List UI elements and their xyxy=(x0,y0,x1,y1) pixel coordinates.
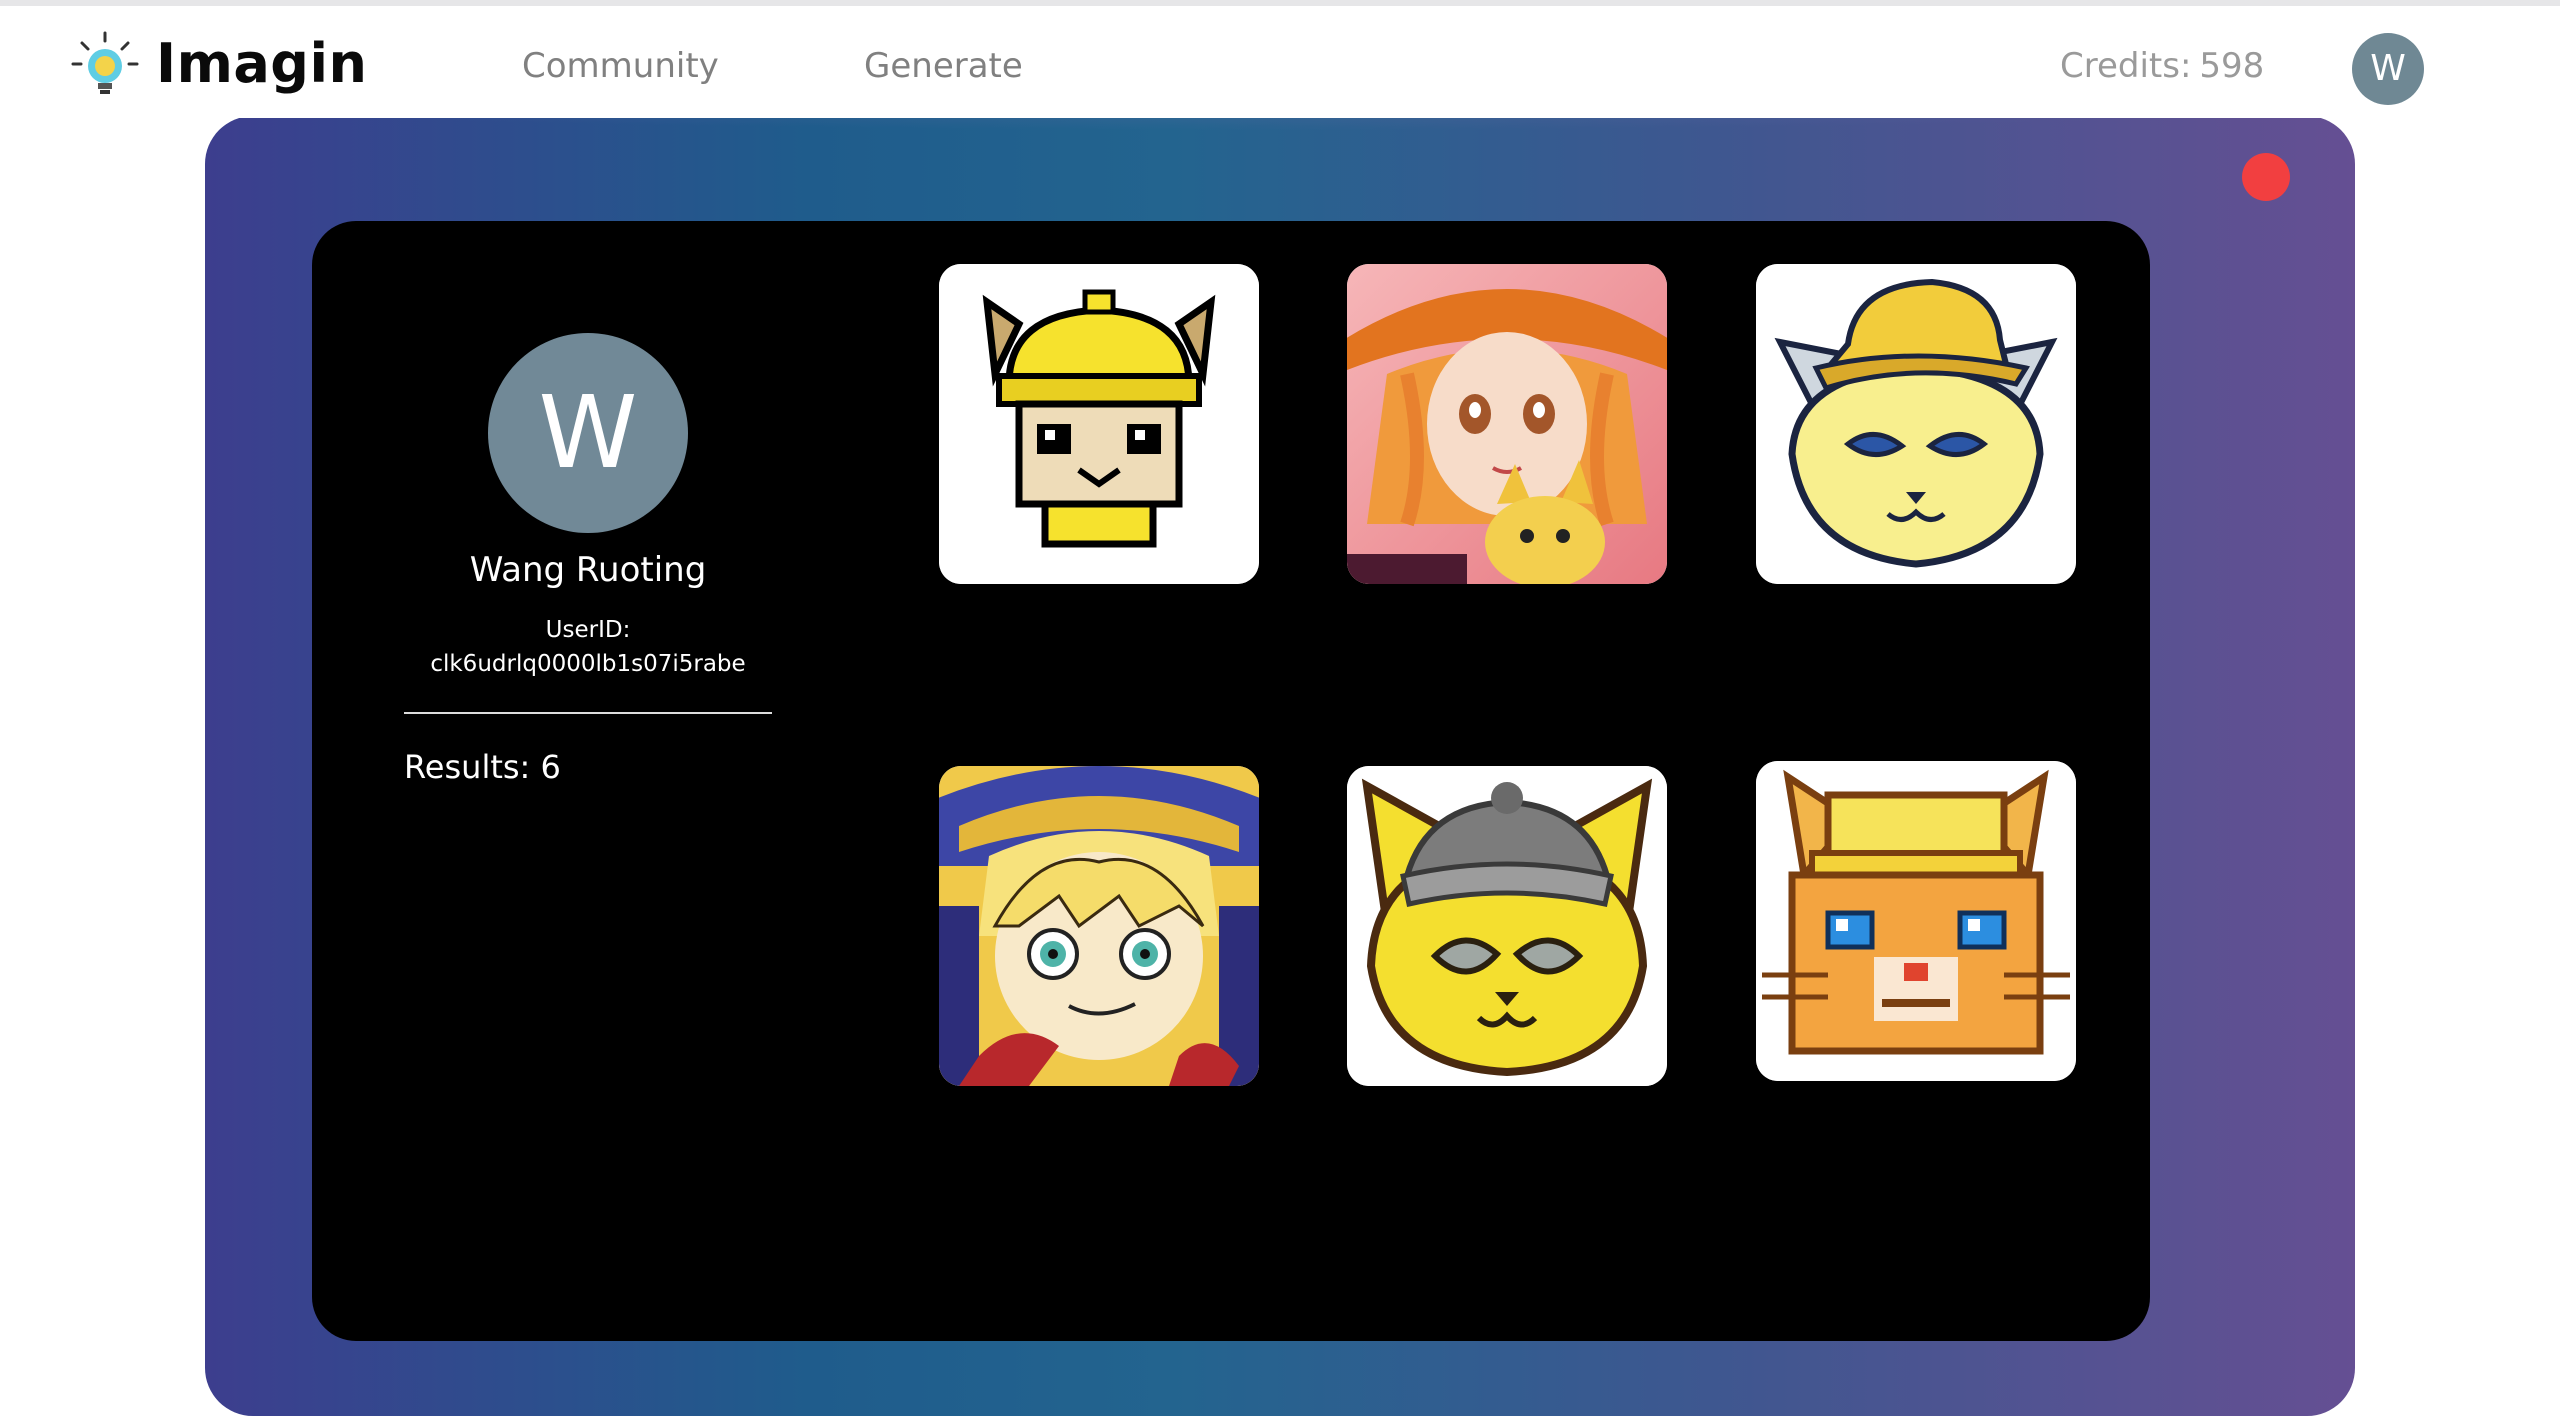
profile-avatar: W xyxy=(488,333,688,533)
close-button[interactable] xyxy=(2242,153,2290,201)
results-label: Results: xyxy=(404,748,531,786)
profile-name: Wang Ruoting xyxy=(469,550,707,590)
results-value: 6 xyxy=(540,748,561,786)
app-title[interactable]: Imagin xyxy=(156,32,367,95)
userid-value: clk6udrlq0000lb1s07i5rabe xyxy=(430,651,746,677)
gallery-image-anime-boy-blue-hat[interactable] xyxy=(939,766,1259,1086)
user-avatar-button[interactable]: W xyxy=(2352,33,2424,105)
navbar: Imagin Community Generate Credits: 598 W xyxy=(0,6,2560,118)
credits-display: Credits: 598 xyxy=(2060,46,2264,86)
nav-link-generate[interactable]: Generate xyxy=(864,46,1023,86)
gallery-image-cartoon-cat-yellow-cap[interactable] xyxy=(1756,264,2076,584)
userid-label: UserID: xyxy=(545,617,631,643)
credits-value: 598 xyxy=(2199,46,2265,86)
lightbulb-icon[interactable] xyxy=(70,30,140,100)
results-count: Results: 6 xyxy=(404,748,561,786)
gallery-image-anime-girl-orange-hat[interactable] xyxy=(1347,264,1667,584)
nav-link-community[interactable]: Community xyxy=(522,46,719,86)
profile-divider xyxy=(404,712,772,714)
gallery-image-yellow-cat-gray-beanie[interactable] xyxy=(1347,766,1667,1086)
gallery-image-pixel-orange-cat-yellow-hat[interactable] xyxy=(1756,761,2076,1081)
credits-label: Credits: xyxy=(2060,46,2192,86)
gallery-image-pixel-cat-yellow-hat[interactable] xyxy=(939,264,1259,584)
